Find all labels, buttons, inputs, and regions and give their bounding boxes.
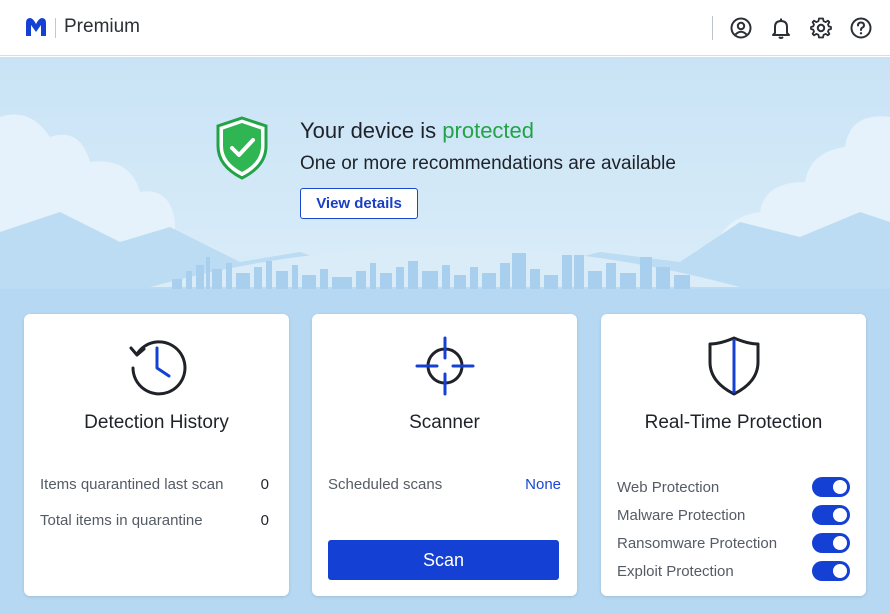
malware-protection-row: Malware Protection <box>617 505 850 525</box>
headline-prefix: Your device is <box>300 118 443 143</box>
account-icon[interactable] <box>729 16 753 40</box>
protection-headline: Your device is protected <box>300 118 534 144</box>
exploit-protection-toggle[interactable] <box>812 561 850 581</box>
settings-gear-icon[interactable] <box>809 16 833 40</box>
total-quarantine-row: Total items in quarantine 0 <box>40 512 269 529</box>
scanner-card[interactable]: Scanner Scheduled scans None Scan <box>312 314 577 596</box>
scheduled-scans-row: Scheduled scans None <box>328 476 561 493</box>
clock-history-icon <box>24 334 289 398</box>
malwarebytes-logo-icon <box>24 16 48 38</box>
top-bar: Premium <box>0 0 890 56</box>
scanner-title: Scanner <box>409 412 480 433</box>
detection-history-card[interactable]: Detection History Items quarantined last… <box>24 314 289 596</box>
headline-status: protected <box>442 118 535 143</box>
app-title: Premium <box>64 16 141 37</box>
shield-outline-icon <box>601 334 866 398</box>
scheduled-scans-label: Scheduled scans <box>328 476 443 493</box>
exploit-protection-row: Exploit Protection <box>617 561 850 581</box>
detection-history-title: Detection History <box>84 412 229 433</box>
help-icon[interactable] <box>849 16 873 40</box>
toggle-knob <box>833 508 847 522</box>
row-label: Items quarantined last scan <box>40 476 224 493</box>
quarantined-last-scan-row: Items quarantined last scan 0 <box>40 476 269 493</box>
scan-button[interactable]: Scan <box>328 540 559 580</box>
web-protection-toggle[interactable] <box>812 477 850 497</box>
crosshair-icon <box>312 334 577 398</box>
toggle-label: Exploit Protection <box>617 562 734 580</box>
recommendations-subline: One or more recommendations are availabl… <box>300 153 676 174</box>
ransomware-protection-row: Ransomware Protection <box>617 533 850 553</box>
toggle-label: Malware Protection <box>617 506 746 524</box>
row-value: 0 <box>260 512 269 529</box>
header-separator <box>712 16 713 40</box>
toggle-label: Web Protection <box>617 478 720 496</box>
toggle-knob <box>833 480 847 494</box>
scheduled-scans-value[interactable]: None <box>525 476 561 493</box>
shield-check-icon <box>214 116 270 180</box>
toggle-knob <box>833 564 847 578</box>
toggle-knob <box>833 536 847 550</box>
real-time-protection-title: Real-Time Protection <box>644 412 823 433</box>
row-value: 0 <box>260 476 269 493</box>
ransomware-protection-toggle[interactable] <box>812 533 850 553</box>
toggle-label: Ransomware Protection <box>617 534 778 552</box>
view-details-button[interactable]: View details <box>300 188 418 219</box>
web-protection-row: Web Protection <box>617 477 850 497</box>
real-time-protection-card[interactable]: Real-Time Protection Web Protection Malw… <box>601 314 866 596</box>
logo-divider <box>55 18 56 38</box>
malware-protection-toggle[interactable] <box>812 505 850 525</box>
row-label: Total items in quarantine <box>40 512 203 529</box>
notifications-bell-icon[interactable] <box>769 16 793 40</box>
